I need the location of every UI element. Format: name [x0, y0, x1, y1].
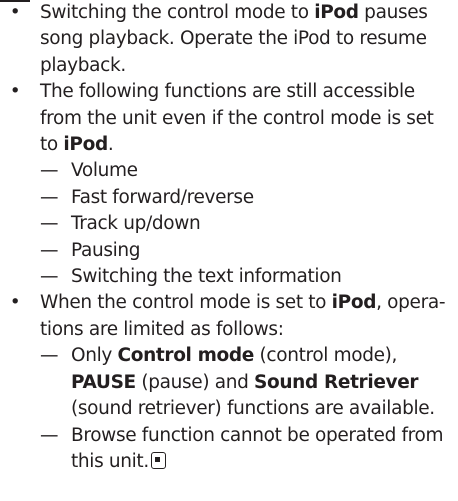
dash-marker: —	[40, 345, 59, 367]
note-text: Switching the control mode to	[40, 2, 315, 23]
end-of-section-icon	[150, 451, 166, 469]
note-item-limited-operations: • When the control mode is set to iPod, …	[0, 290, 458, 475]
note-text: When the control mode is set to	[40, 292, 332, 314]
function-sublist: — Volume — Fast forward/reverse — Track up/…	[40, 158, 450, 290]
bullet-marker: •	[9, 292, 21, 314]
sublist-item-available-functions: — Only Control mode (control mode), PAUSE…	[26, 343, 450, 422]
sublist-text: Fast forward/reverse	[71, 186, 254, 208]
sublist-text: (sound retriever) functions are availabl…	[71, 398, 435, 420]
dash-marker: —	[40, 266, 59, 288]
note-bold-term: iPod	[314, 2, 359, 23]
note-bold-term: iPod	[331, 292, 377, 314]
sublist-text: (pause) and	[135, 371, 255, 393]
function-name-control-mode: Control mode	[117, 345, 255, 367]
sublist-item: — Volume	[26, 158, 450, 184]
dash-marker: —	[40, 160, 59, 182]
sublist-item: — Track up/down	[26, 211, 450, 237]
sublist-text: Pausing	[71, 239, 141, 261]
dash-marker: —	[40, 186, 59, 208]
document-body: • Switching the control mode to iPod pau…	[0, 0, 458, 475]
sublist-text: (control mode),	[254, 345, 398, 367]
sublist-text: Browse function cannot be operated from …	[71, 424, 444, 472]
dash-marker: —	[40, 424, 59, 446]
function-name-pause: PAUSE	[71, 371, 136, 393]
note-item-accessible-functions: • The following functions are still acce…	[0, 79, 458, 290]
dash-marker: —	[40, 239, 59, 261]
sublist-text: Switching the text information	[71, 266, 342, 288]
bullet-marker: •	[9, 2, 21, 23]
dash-marker: —	[40, 213, 59, 235]
sublist-text: Track up/down	[71, 213, 201, 235]
limitations-sublist: — Only Control mode (control mode), PAUSE…	[40, 343, 450, 475]
sublist-item: — Switching the text information	[26, 264, 450, 290]
note-bold-term: iPod	[63, 134, 108, 156]
sublist-text: Volume	[71, 160, 138, 182]
note-item-control-mode-pause: • Switching the control mode to iPod pau…	[0, 0, 458, 79]
sublist-text: Only	[71, 345, 118, 367]
sublist-item: — Fast forward/reverse	[26, 185, 450, 211]
note-text: .	[107, 134, 114, 156]
function-name-sound-retriever: Sound Retriever	[254, 371, 419, 393]
sublist-item-browse: — Browse function cannot be operated from…	[26, 423, 450, 476]
bullet-marker: •	[9, 81, 21, 103]
notes-list: • Switching the control mode to iPod pau…	[0, 0, 458, 475]
sublist-item: — Pausing	[26, 238, 450, 264]
